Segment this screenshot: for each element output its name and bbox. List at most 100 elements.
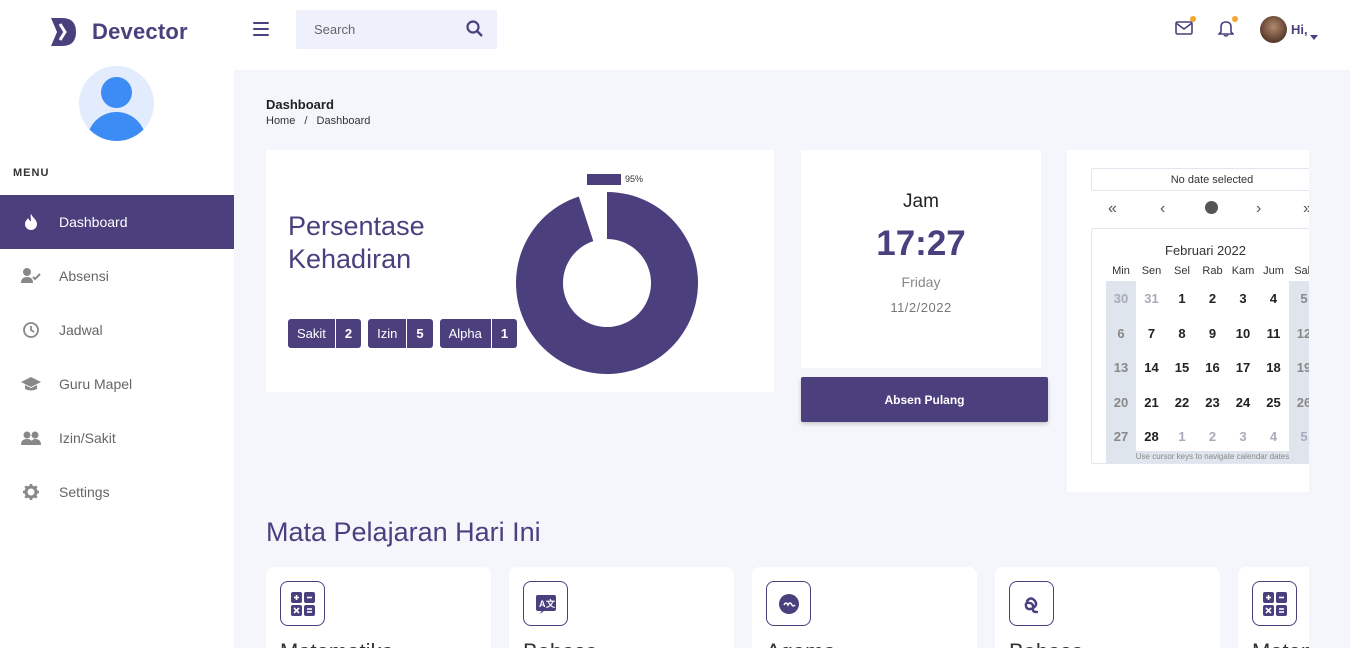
topbar: Search Hi, <box>234 0 1350 70</box>
chevron-down-icon[interactable] <box>1310 27 1318 45</box>
current-month-icon[interactable] <box>1205 201 1218 214</box>
clock-time: 17:27 <box>876 224 966 263</box>
calendar-day[interactable]: 2 <box>1198 281 1228 316</box>
halal-icon <box>766 581 811 626</box>
calendar-day[interactable]: 12 <box>1289 315 1309 351</box>
calendar-day[interactable]: 8 <box>1167 316 1197 351</box>
bell-icon[interactable] <box>1217 20 1235 42</box>
calendar-day[interactable]: 10 <box>1228 316 1258 351</box>
calendar-day[interactable]: 25 <box>1259 385 1289 420</box>
legend-label: 95% <box>625 174 643 184</box>
user-avatar[interactable] <box>1260 16 1287 43</box>
badge-label: Sakit <box>297 326 326 341</box>
badge-value: 5 <box>406 319 432 348</box>
script-icon <box>1009 581 1054 626</box>
calendar-day[interactable]: 21 <box>1137 385 1167 420</box>
search-input[interactable]: Search <box>296 10 497 49</box>
sidebar-nav: Dashboard Absensi Jadwal Guru Mapel Izin… <box>0 195 234 519</box>
clock-card: Jam 17:27 Friday 11/2/2022 <box>801 150 1041 368</box>
calendar-day[interactable]: 6 <box>1106 315 1136 351</box>
calendar-day[interactable]: 5 <box>1289 281 1309 316</box>
subject-card[interactable]: Agama <box>752 567 977 648</box>
subject-card[interactable]: Bahasa <box>995 567 1220 648</box>
page-title: Dashboard <box>266 97 334 112</box>
calendar-day[interactable]: 27 <box>1106 419 1136 454</box>
breadcrumb-home[interactable]: Home <box>266 115 295 127</box>
calendar-month: Februari 2022 <box>1165 243 1246 258</box>
calendar-day[interactable]: 1 <box>1167 419 1197 454</box>
sidebar-item-label: Dashboard <box>59 214 128 230</box>
breadcrumb-separator: / <box>304 115 308 127</box>
calendar-day[interactable]: 3 <box>1228 419 1258 454</box>
mail-icon[interactable] <box>1175 21 1193 40</box>
users-icon <box>20 427 42 449</box>
next-year-icon[interactable]: » <box>1303 200 1309 218</box>
logo-mark-icon <box>48 16 78 48</box>
prev-year-icon[interactable]: « <box>1108 200 1117 218</box>
clock-icon <box>20 319 42 341</box>
calendar-day[interactable]: 19 <box>1289 350 1309 385</box>
calendar-day[interactable]: 13 <box>1106 350 1136 385</box>
calendar-day[interactable]: 17 <box>1228 350 1258 385</box>
calendar-dow: Jum <box>1263 265 1284 277</box>
sidebar-item-label: Guru Mapel <box>59 376 133 392</box>
calendar-day[interactable]: 18 <box>1259 350 1289 385</box>
calendar-day[interactable]: 4 <box>1259 419 1289 454</box>
absen-pulang-button[interactable]: Absen Pulang <box>801 377 1048 422</box>
calendar-day[interactable]: 11 <box>1259 316 1289 351</box>
calendar-day[interactable]: 22 <box>1167 385 1197 420</box>
calendar-day[interactable]: 28 <box>1137 419 1167 454</box>
sidebar-item-absensi[interactable]: Absensi <box>0 249 234 303</box>
sidebar-item-dashboard[interactable]: Dashboard <box>0 195 234 249</box>
fire-icon <box>20 211 42 233</box>
gear-icon <box>20 481 42 503</box>
calendar-dow: Sen <box>1141 265 1162 277</box>
calendar-day[interactable]: 3 <box>1228 281 1258 316</box>
calendar-day[interactable]: 23 <box>1198 385 1228 420</box>
attendance-card: Persentase Kehadiran Sakit 2 Izin 5 Alpha 1… <box>266 150 774 392</box>
sidebar-item-label: Izin/Sakit <box>59 430 116 446</box>
badge-sakit: Sakit 2 <box>288 319 362 348</box>
calendar-day[interactable]: 14 <box>1137 350 1167 385</box>
sidebar-item-guru-mapel[interactable]: Guru Mapel <box>0 357 234 411</box>
subject-card[interactable]: A文 Bahasa <box>509 567 734 648</box>
profile-avatar[interactable] <box>79 66 154 141</box>
sidebar-item-label: Absensi <box>59 268 109 284</box>
logo[interactable]: Devector <box>48 16 188 48</box>
bell-notification-dot <box>1232 16 1238 22</box>
calendar-day[interactable]: 31 <box>1137 281 1167 316</box>
menu-label: MENU <box>13 167 50 179</box>
subject-card[interactable]: Matematika <box>1238 567 1309 648</box>
calculator-icon <box>1252 581 1297 626</box>
badge-label: Alpha <box>448 326 482 341</box>
subjects-row: Matematika A文 Bahasa Agama Bahasa Matema… <box>266 567 1309 648</box>
badge-value: 1 <box>490 319 517 348</box>
calendar-day[interactable]: 2 <box>1198 419 1228 454</box>
calendar-nav: « ‹ › » <box>1091 200 1309 218</box>
subject-card[interactable]: Matematika <box>266 567 491 648</box>
search-placeholder: Search <box>314 22 356 37</box>
sidebar-item-izin-sakit[interactable]: Izin/Sakit <box>0 411 234 465</box>
calendar-day[interactable]: 9 <box>1198 316 1228 351</box>
subjects-title: Mata Pelajaran Hari Ini <box>266 517 541 547</box>
hamburger-menu-icon[interactable] <box>253 22 269 36</box>
calendar-day[interactable]: 7 <box>1137 316 1167 351</box>
calendar-day[interactable]: 15 <box>1167 350 1197 385</box>
sidebar: Devector MENU Dashboard Absensi Jadwal G… <box>0 0 234 648</box>
subject-label: Bahasa <box>523 639 598 648</box>
calendar-day[interactable]: 30 <box>1106 281 1136 316</box>
sidebar-item-jadwal[interactable]: Jadwal <box>0 303 234 357</box>
calendar-day[interactable]: 5 <box>1289 419 1309 454</box>
search-icon[interactable] <box>466 20 483 42</box>
calendar-day[interactable]: 16 <box>1198 350 1228 385</box>
prev-month-icon[interactable]: ‹ <box>1160 200 1165 218</box>
calendar-card: No date selected « ‹ › » Februari 2022 M… <box>1067 150 1309 492</box>
next-month-icon[interactable]: › <box>1256 200 1261 218</box>
calendar-day[interactable]: 4 <box>1259 281 1289 316</box>
user-greeting[interactable]: Hi, <box>1291 22 1308 37</box>
calendar-day[interactable]: 24 <box>1228 385 1258 420</box>
calendar-day[interactable]: 1 <box>1167 281 1197 316</box>
calendar-day[interactable]: 26 <box>1289 384 1309 420</box>
calendar-day[interactable]: 20 <box>1106 384 1136 420</box>
sidebar-item-settings[interactable]: Settings <box>0 465 234 519</box>
